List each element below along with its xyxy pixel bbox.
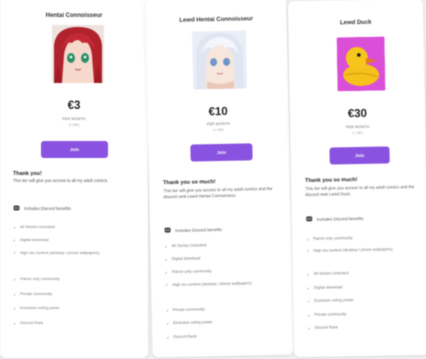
perk-item: ✓ Digital download bbox=[13, 237, 49, 243]
perk-label: High res content (desktop / phone wallpa… bbox=[20, 250, 100, 255]
check-icon: ✓ bbox=[165, 282, 169, 288]
tier-thanks: Thank you so much! bbox=[304, 177, 358, 184]
tier-name: Hentai Connoisseur bbox=[45, 13, 103, 19]
perk-label: Private community bbox=[172, 306, 205, 313]
perk-item: ✓ High res content (desktop / phone wallp… bbox=[13, 250, 131, 255]
perk-item: ✓ Exclusive voting power bbox=[166, 319, 213, 325]
perk-item: ✓ High res content (desktop / phone wallp… bbox=[165, 280, 277, 288]
check-icon: ✓ bbox=[307, 325, 311, 331]
discord-benefits-label: Includes Discord benefits bbox=[316, 215, 364, 222]
check-icon: ✓ bbox=[306, 247, 310, 253]
tier-thanks: Thank you so much! bbox=[163, 179, 216, 187]
perk-label: Patron only community bbox=[171, 268, 212, 275]
tier-card-hentai-connoisseur: Hentai Connoisseur €3 PER MONTH (+ VAT) … bbox=[0, 0, 148, 358]
perk-label: Digital download bbox=[20, 237, 49, 242]
perk-item: ✓ Private community bbox=[307, 311, 346, 317]
perk-label: High res content (desktop / phone wallpa… bbox=[313, 246, 393, 253]
perk-item: ✓ High res content (desktop / phone wallp… bbox=[306, 246, 414, 253]
tier-price: €10 bbox=[208, 105, 228, 119]
check-icon: ✓ bbox=[166, 334, 170, 340]
check-icon: ✓ bbox=[307, 298, 311, 304]
check-icon: ✓ bbox=[13, 224, 17, 230]
tier-vat: (+ VAT) bbox=[213, 127, 224, 133]
tier-price: €3 bbox=[67, 100, 81, 112]
perk-label: Patron only community bbox=[20, 276, 60, 281]
discord-benefits: Includes Discord benefits bbox=[306, 215, 364, 222]
perk-item: ✓ Digital download bbox=[165, 255, 201, 261]
perk-label: High res content (desktop / phone wallpa… bbox=[172, 280, 252, 288]
check-icon: ✓ bbox=[306, 271, 310, 277]
check-icon: ✓ bbox=[306, 236, 310, 242]
tier-card-lewd-duck: Lewd Duck €30 PER MONTH (+ VAT) Join Tha… bbox=[287, 0, 426, 358]
discord-icon bbox=[306, 216, 313, 222]
join-button[interactable]: Join bbox=[190, 143, 253, 162]
check-icon: ✓ bbox=[306, 285, 311, 291]
tier-image-red-hair-girl bbox=[52, 25, 104, 83]
perk-item: ✓ Discord Rank bbox=[308, 324, 338, 330]
perk-item: ✓ Patron only community bbox=[13, 276, 60, 282]
perk-item: ✓ Patron only community bbox=[165, 268, 212, 274]
discord-benefits: Includes Discord benefits bbox=[13, 205, 71, 211]
discord-benefits-label: Includes Discord benefits bbox=[24, 205, 71, 211]
check-icon: ✓ bbox=[165, 307, 170, 313]
tier-period: PER MONTH bbox=[62, 117, 86, 121]
tier-image-rubber-duck bbox=[336, 36, 386, 92]
perk-label: All Stories Unlocked bbox=[313, 270, 349, 276]
perk-item: ✓ Private community bbox=[13, 291, 52, 297]
perk-label: Private community bbox=[20, 291, 52, 296]
perk-item: ✓ Discord Rank bbox=[166, 334, 196, 340]
perk-label: Exclusive voting power bbox=[20, 305, 60, 310]
check-icon: ✓ bbox=[164, 269, 169, 275]
perk-item: ✓ All Stories Unlocked bbox=[13, 224, 55, 230]
check-icon: ✓ bbox=[13, 320, 17, 326]
perk-item: ✓ Patron only community bbox=[306, 235, 353, 241]
perk-label: Digital download bbox=[313, 284, 343, 290]
discord-benefits: Includes Discord benefits bbox=[164, 226, 222, 233]
perk-item: ✓ Exclusive voting power bbox=[307, 297, 354, 303]
perk-label: Digital download bbox=[171, 255, 201, 262]
check-icon: ✓ bbox=[13, 237, 17, 243]
perk-label: All Stories Unlocked bbox=[20, 224, 55, 229]
perk-label: Exclusive voting power bbox=[172, 319, 213, 326]
tier-vat: (+ VAT) bbox=[352, 130, 364, 136]
perk-item: ✓ Digital download bbox=[307, 284, 343, 290]
check-icon: ✓ bbox=[164, 256, 169, 262]
perk-item: ✓ All Stories Unlocked bbox=[307, 270, 349, 276]
perk-label: Private community bbox=[314, 311, 347, 317]
perk-item: ✓ All Stories Unlocked bbox=[164, 242, 206, 248]
check-icon: ✓ bbox=[165, 320, 170, 326]
check-icon: ✓ bbox=[13, 291, 17, 297]
tier-description: This tier will give you access to all my… bbox=[163, 185, 273, 199]
perk-label: All Stories Unlocked bbox=[171, 242, 207, 249]
check-icon: ✓ bbox=[164, 243, 168, 249]
perk-label: Discord Rank bbox=[20, 320, 44, 325]
tier-image-white-hair-girl bbox=[191, 30, 248, 90]
perk-label: Patron only community bbox=[313, 235, 353, 241]
perk-label: Discord Rank bbox=[314, 324, 338, 330]
check-icon: ✓ bbox=[13, 276, 17, 282]
join-button[interactable]: Join bbox=[329, 146, 390, 165]
tier-price: €30 bbox=[347, 107, 368, 121]
discord-icon bbox=[13, 205, 20, 211]
tier-vat: (+ VAT) bbox=[68, 123, 80, 127]
tier-card-lewd-hentai-connoisseur: Lewd Hentai Connoisseur €10 PER MONTH (+… bbox=[145, 0, 294, 358]
tier-description: This tier will give you access to all my… bbox=[13, 178, 109, 183]
perk-label: Discord Rank bbox=[173, 333, 197, 340]
join-button[interactable]: Join bbox=[41, 141, 108, 158]
perk-item: ✓ Private community bbox=[166, 306, 205, 312]
discord-icon bbox=[164, 227, 171, 233]
tier-description: This tier will give you access to all my… bbox=[305, 184, 415, 197]
perk-label: Exclusive voting power bbox=[314, 297, 354, 303]
tier-thanks: Thank you! bbox=[13, 171, 42, 177]
tier-name: Lewd Hentai Connoisseur bbox=[179, 16, 254, 24]
check-icon: ✓ bbox=[13, 250, 17, 255]
tier-name: Lewd Duck bbox=[339, 19, 372, 27]
check-icon: ✓ bbox=[13, 305, 17, 311]
perk-item: ✓ Exclusive voting power bbox=[13, 305, 60, 311]
discord-benefits-label: Includes Discord benefits bbox=[175, 226, 222, 233]
check-icon: ✓ bbox=[307, 312, 311, 318]
perk-item: ✓ Discord Rank bbox=[13, 320, 44, 326]
